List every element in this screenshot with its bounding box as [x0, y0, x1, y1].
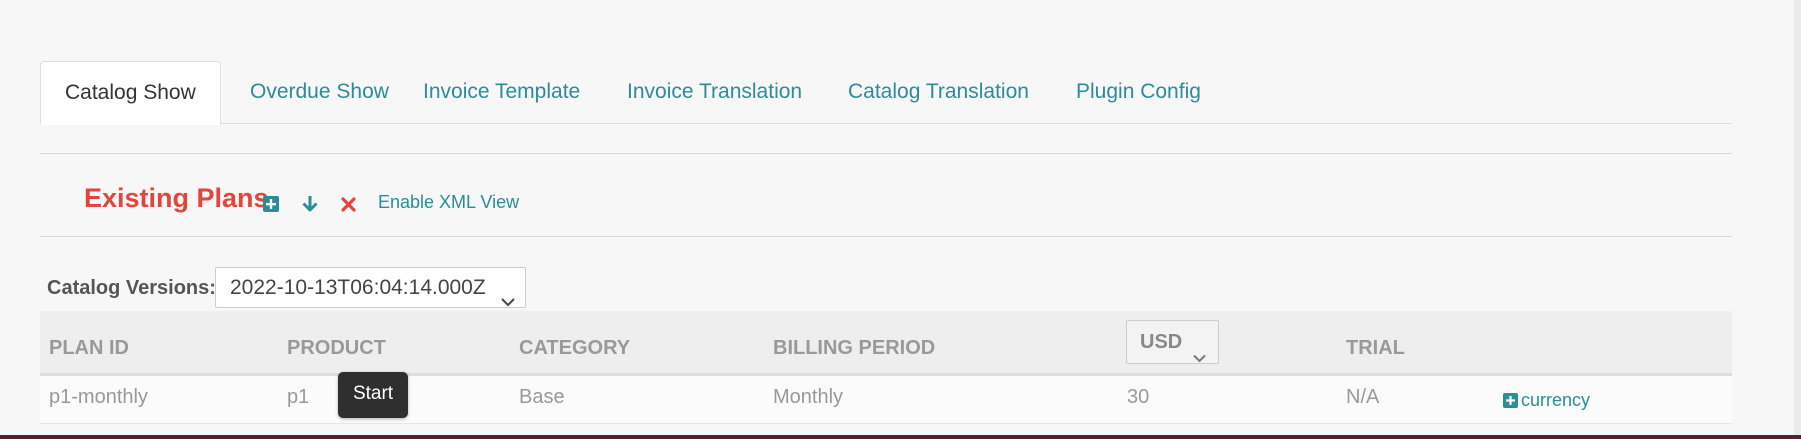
bottom-border: [0, 435, 1801, 439]
tab-bar: Catalog Show Overdue Show Invoice Templa…: [40, 61, 1732, 125]
currency-value: USD: [1140, 331, 1183, 353]
cell-plan-id: p1-monthly: [49, 386, 148, 408]
tooltip: Start: [338, 372, 408, 418]
tab-plugin-config[interactable]: Plugin Config: [1052, 61, 1225, 123]
tab-catalog-show[interactable]: Catalog Show: [40, 61, 221, 125]
cell-category: Base: [519, 386, 565, 408]
close-icon[interactable]: [341, 197, 356, 217]
plus-square-icon: [1503, 393, 1518, 408]
currency-select[interactable]: USD: [1126, 320, 1219, 364]
col-category: CATEGORY: [519, 337, 631, 359]
catalog-versions-label: Catalog Versions:: [47, 277, 216, 299]
tab-invoice-translation[interactable]: Invoice Translation: [603, 61, 826, 123]
tab-overdue-show[interactable]: Overdue Show: [226, 61, 413, 123]
cell-billing-period: Monthly: [773, 386, 844, 408]
chevron-down-icon: [1193, 336, 1206, 378]
catalog-version-value: 2022-10-13T06:04:14.000Z: [230, 276, 486, 299]
enable-xml-view-link[interactable]: Enable XML View: [378, 192, 519, 213]
col-plan-id: PLAN ID: [49, 337, 129, 359]
add-currency-link[interactable]: currency: [1503, 390, 1590, 411]
download-arrow-icon[interactable]: [301, 195, 319, 218]
page-title: Existing Plans: [84, 183, 269, 213]
catalog-version-select[interactable]: 2022-10-13T06:04:14.000Z: [215, 267, 526, 308]
col-trial: TRIAL: [1346, 337, 1405, 359]
col-product: PRODUCT: [287, 337, 386, 359]
cell-price: 30: [1127, 386, 1150, 408]
page-scroll-edge: [1794, 0, 1801, 439]
tab-invoice-template[interactable]: Invoice Template: [399, 61, 604, 123]
col-billing-period: BILLING PERIOD: [773, 337, 936, 359]
plans-divider: [40, 236, 1732, 237]
tab-catalog-translation[interactable]: Catalog Translation: [824, 61, 1053, 123]
section-divider: [40, 153, 1732, 154]
plus-square-icon[interactable]: [263, 196, 279, 217]
cell-trial: N/A: [1346, 386, 1380, 408]
cell-product: p1: [287, 386, 310, 408]
add-currency-label: currency: [1521, 390, 1591, 410]
